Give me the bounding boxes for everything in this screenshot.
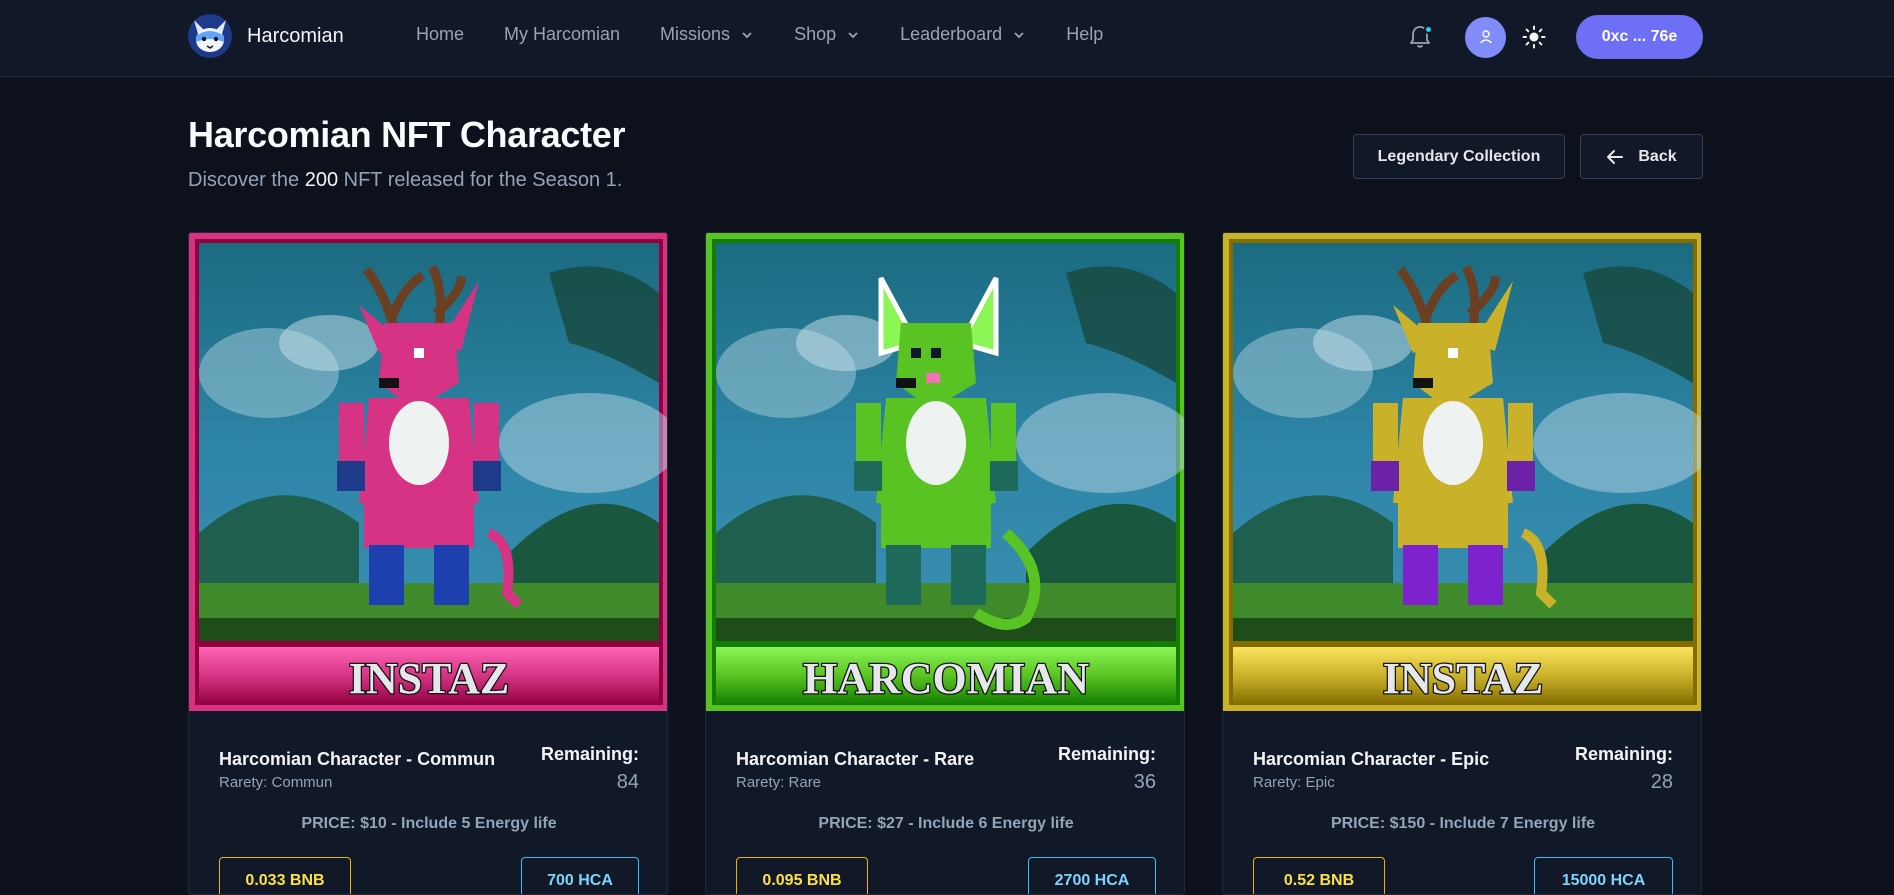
- nav-help[interactable]: Help: [1066, 24, 1103, 45]
- card-name: Harcomian Character - Commun: [219, 749, 496, 769]
- nav-leaderboard-label: Leaderboard: [900, 24, 1003, 44]
- nft-artwork: INSTAZ: [1223, 233, 1701, 711]
- page-subtitle: Discover the 200 NFT released for the Se…: [188, 169, 622, 192]
- nav-my-harcomian[interactable]: My Harcomian: [504, 24, 620, 45]
- nav-my-harcomian-label: My Harcomian: [504, 24, 621, 44]
- main-nav: Home My Harcomian Missions Shop Leaderbo…: [416, 24, 1143, 45]
- harcomian-logo-icon: [188, 14, 232, 58]
- card-price: PRICE: $10 - Include 5 Energy life: [301, 815, 557, 832]
- remaining-label: Remaining:: [540, 744, 639, 764]
- card-banner-text: INSTAZ: [349, 654, 510, 703]
- chevron-down-icon: [742, 31, 752, 38]
- buy-bnb-button[interactable]: 0.033 BNB: [219, 857, 351, 894]
- back-button[interactable]: Back: [1580, 134, 1703, 179]
- nav-shop-label: Shop: [794, 24, 837, 44]
- nft-card-rare[interactable]: HARCOMIAN Harcomian Character - Rare Rar…: [705, 232, 1185, 895]
- buy-bnb-button[interactable]: 0.095 BNB: [736, 857, 868, 894]
- notification-dot: [1424, 25, 1433, 34]
- buy-bnb-button[interactable]: 0.52 BNB: [1253, 857, 1385, 894]
- nav-leaderboard[interactable]: Leaderboard: [900, 24, 1026, 45]
- buy-hca-button[interactable]: 2700 HCA: [1028, 857, 1156, 894]
- card-banner-text: HARCOMIAN: [803, 654, 1089, 703]
- brand-name: Harcomian: [247, 24, 344, 47]
- remaining-count: 28: [1650, 771, 1673, 793]
- nft-card-epic[interactable]: INSTAZ Harcomian Character - Epic Rarety…: [1222, 232, 1702, 895]
- legendary-collection-button[interactable]: Legendary Collection: [1353, 134, 1565, 179]
- nav-home-label: Home: [416, 24, 465, 44]
- card-banner-text: INSTAZ: [1383, 654, 1544, 703]
- nft-card-commun[interactable]: INSTAZ Harcomian Character - Commun Rare…: [188, 232, 668, 895]
- card-name: Harcomian Character - Rare: [736, 749, 975, 769]
- nft-artwork: HARCOMIAN: [706, 233, 1184, 711]
- chevron-down-icon: [848, 31, 858, 38]
- subtitle-suffix: NFT released for the Season 1.: [338, 169, 623, 191]
- buy-hca-button[interactable]: 700 HCA: [521, 857, 639, 894]
- wallet-button[interactable]: 0xc ... 76e: [1576, 15, 1703, 59]
- remaining-label: Remaining:: [1574, 744, 1673, 764]
- subtitle-prefix: Discover the: [188, 169, 305, 191]
- card-rarity: Rarety: Commun: [219, 774, 333, 791]
- buy-hca-button[interactable]: 15000 HCA: [1534, 857, 1673, 894]
- user-icon: [1479, 30, 1492, 44]
- brand[interactable]: Harcomian: [188, 14, 344, 58]
- nav-missions[interactable]: Missions: [660, 24, 754, 45]
- nav-home[interactable]: Home: [416, 24, 464, 45]
- card-rarity: Rarety: Rare: [736, 774, 822, 791]
- page-title: Harcomian NFT Character: [188, 114, 626, 155]
- nav-shop[interactable]: Shop: [794, 24, 860, 45]
- sun-icon[interactable]: [1522, 25, 1546, 49]
- nav-actions: 0xc ... 76e: [1405, 15, 1703, 59]
- back-label: Back: [1638, 147, 1677, 165]
- card-price: PRICE: $27 - Include 6 Energy life: [818, 815, 1074, 832]
- user-avatar-button[interactable]: [1465, 16, 1506, 58]
- nft-count: 200: [304, 169, 339, 191]
- top-navbar: Harcomian Home My Harcomian Missions Sho…: [0, 0, 1894, 77]
- remaining-label: Remaining:: [1057, 744, 1156, 764]
- card-name: Harcomian Character - Epic: [1253, 749, 1490, 769]
- chevron-down-icon: [1014, 31, 1024, 38]
- notifications-button[interactable]: [1405, 22, 1435, 52]
- remaining-count: 84: [616, 771, 639, 793]
- card-price: PRICE: $150 - Include 7 Energy life: [1330, 815, 1596, 832]
- remaining-count: 36: [1133, 771, 1156, 793]
- nav-help-label: Help: [1066, 24, 1104, 44]
- nft-artwork: INSTAZ: [189, 233, 667, 711]
- nav-missions-label: Missions: [660, 24, 731, 44]
- arrow-left-icon: [1607, 149, 1624, 164]
- card-rarity: Rarety: Epic: [1253, 774, 1335, 791]
